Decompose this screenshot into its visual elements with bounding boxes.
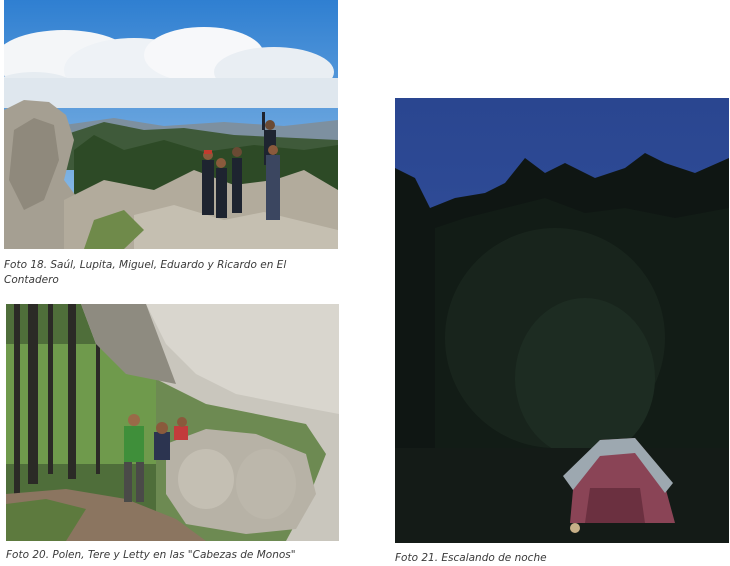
caption-foto-18: Foto 18. Saúl, Lupita, Miguel, Eduardo y… (4, 259, 287, 286)
photo-cabezas-de-monos (6, 304, 339, 541)
photo-escalando-de-noche (395, 98, 729, 543)
caption-foto-20: Foto 20. Polen, Tere y Letty en las "Cab… (6, 549, 296, 561)
photo-el-contadero (4, 0, 338, 249)
caption-foto-21: Foto 21. Escalando de noche (395, 552, 547, 564)
